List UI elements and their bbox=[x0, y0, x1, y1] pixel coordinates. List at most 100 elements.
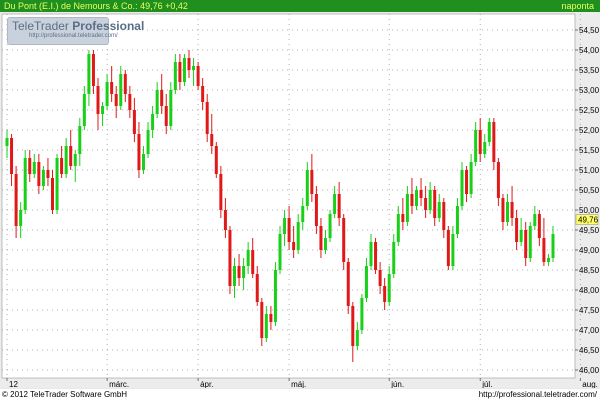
x-tick-label: márc. bbox=[109, 380, 129, 388]
candle-body bbox=[137, 134, 141, 170]
candle-body bbox=[337, 194, 341, 218]
candle-body bbox=[223, 210, 227, 230]
candle-body bbox=[78, 126, 82, 154]
candle-body bbox=[442, 202, 446, 230]
candle-body bbox=[515, 218, 519, 242]
candle-body bbox=[251, 250, 255, 274]
candle-body bbox=[132, 110, 136, 134]
candle-body bbox=[55, 158, 59, 210]
copyright-text: © 2012 TeleTrader Software GmbH bbox=[2, 390, 128, 399]
candle-body bbox=[160, 90, 164, 106]
x-tick-label: jún. bbox=[390, 380, 404, 388]
y-tick-label: 49,50 bbox=[579, 226, 600, 235]
x-tick-label: ápr. bbox=[200, 380, 213, 388]
candle-body bbox=[178, 62, 182, 82]
candle-body bbox=[328, 214, 332, 238]
candlestick-chart[interactable]: 46,00 46,50 47,00 47,50 48,00 48,50 49,00 49,50… bbox=[0, 12, 600, 388]
y-tick-label: 47,00 bbox=[579, 326, 600, 335]
y-tick-label: 48,50 bbox=[579, 266, 600, 275]
last-value: 49,76 bbox=[140, 1, 163, 11]
y-tick-label: 46,00 bbox=[579, 366, 600, 375]
x-tick-label: aug. bbox=[582, 380, 598, 388]
candle-body bbox=[283, 218, 287, 234]
candle-body bbox=[333, 194, 337, 214]
candle-body bbox=[96, 86, 100, 114]
candle-body bbox=[123, 74, 127, 94]
candle-body bbox=[110, 82, 114, 94]
candle-body bbox=[187, 58, 191, 70]
period-label: napontа bbox=[561, 1, 594, 11]
candle-body bbox=[19, 210, 23, 226]
logo-brand-bold: Professional bbox=[72, 19, 145, 33]
instrument-summary: Du Pont (E.I.) de Nemours & Co.: 49,76 +… bbox=[4, 0, 188, 12]
chart-window: Du Pont (E.I.) de Nemours & Co.: 49,76 +… bbox=[0, 0, 600, 400]
logo-brand-light: TeleTrader bbox=[12, 19, 69, 33]
candle-body bbox=[469, 162, 473, 194]
candle-body bbox=[455, 206, 459, 234]
candle-body bbox=[192, 66, 196, 70]
y-tick-label: 53,50 bbox=[579, 66, 600, 75]
y-tick-label: 52,50 bbox=[579, 106, 600, 115]
candle-body bbox=[351, 306, 355, 346]
candle-body bbox=[483, 142, 487, 154]
candle-body bbox=[32, 162, 36, 174]
y-tick-label: 51,00 bbox=[579, 166, 600, 175]
candle-body bbox=[219, 174, 223, 210]
candle-body bbox=[105, 82, 109, 106]
candle-body bbox=[60, 158, 64, 174]
x-tick-label: 12 bbox=[9, 380, 18, 388]
change-value: +0,42 bbox=[165, 1, 188, 11]
candle-body bbox=[324, 238, 327, 250]
candle-body bbox=[10, 138, 14, 174]
candle-body bbox=[319, 226, 323, 250]
instrument-name: Du Pont (E.I.) de Nemours & Co. bbox=[4, 1, 136, 11]
candle-body bbox=[474, 130, 478, 162]
title-separator: : bbox=[135, 1, 138, 11]
y-tick-label: 53,00 bbox=[579, 86, 600, 95]
candle-body bbox=[519, 230, 523, 242]
candle-body bbox=[278, 234, 282, 270]
candle-body bbox=[314, 194, 318, 226]
candle-body bbox=[228, 230, 232, 286]
candle-body bbox=[46, 170, 50, 178]
candle-body bbox=[73, 154, 77, 166]
last-price-label: 49,76 bbox=[578, 216, 599, 225]
candle-body bbox=[246, 250, 250, 266]
candle-body bbox=[182, 58, 186, 82]
candle-body bbox=[64, 146, 68, 174]
last-price-marker: 49,76 bbox=[575, 214, 599, 225]
candle-body bbox=[428, 190, 432, 210]
candle-body bbox=[292, 242, 296, 250]
footer-url: http://professional.teletrader.com/ bbox=[478, 390, 597, 399]
candle-body bbox=[242, 266, 246, 278]
candle-body bbox=[151, 114, 155, 130]
candle-body bbox=[210, 134, 214, 146]
y-tick-label: 50,50 bbox=[579, 186, 600, 195]
candle-body bbox=[410, 194, 414, 206]
candle-body bbox=[264, 314, 268, 338]
candle-body bbox=[37, 162, 41, 186]
candle-body bbox=[237, 266, 241, 278]
candle-body bbox=[510, 202, 514, 218]
candle-body bbox=[173, 62, 177, 90]
candle-body bbox=[360, 298, 364, 330]
candle-body bbox=[524, 230, 528, 258]
candle-body bbox=[465, 170, 469, 194]
x-tick-label: máj. bbox=[291, 380, 306, 388]
candle-body bbox=[537, 214, 541, 238]
candle-body bbox=[437, 202, 441, 218]
teletrader-logo: TeleTrader Professional http://professio… bbox=[7, 17, 144, 45]
candle-body bbox=[301, 206, 305, 222]
candle-body bbox=[273, 270, 277, 322]
candle-body bbox=[355, 330, 359, 346]
candle-body bbox=[169, 90, 173, 126]
candle-body bbox=[506, 202, 509, 222]
candle-body bbox=[269, 314, 273, 322]
candle-body bbox=[23, 158, 27, 210]
candle-body bbox=[14, 174, 18, 226]
footer: © 2012 TeleTrader Software GmbH http://p… bbox=[0, 389, 600, 400]
candle-body bbox=[405, 194, 409, 222]
candle-body bbox=[424, 198, 428, 210]
candle-body bbox=[146, 130, 150, 154]
candle-body bbox=[201, 86, 205, 102]
